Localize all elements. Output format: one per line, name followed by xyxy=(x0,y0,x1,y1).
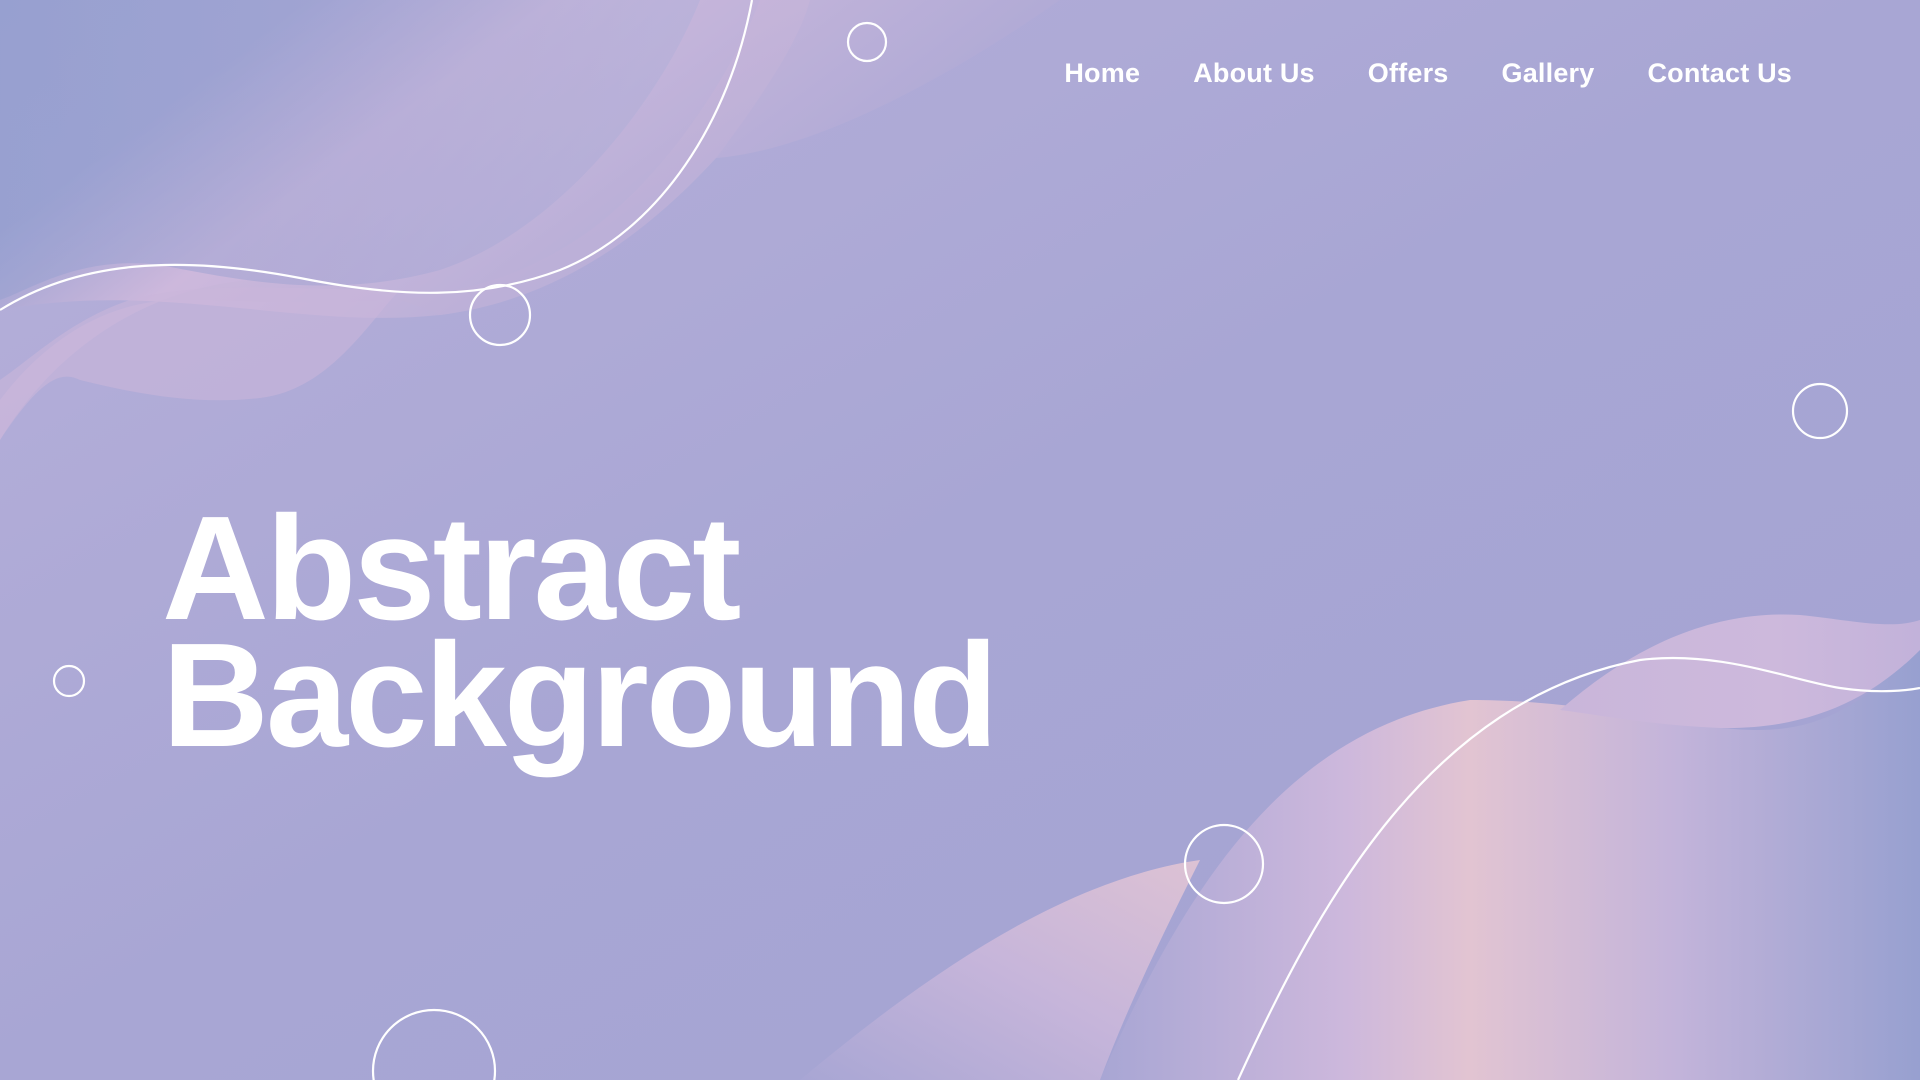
hero-title: Abstract Background xyxy=(162,495,998,778)
nav-contact-us-link[interactable]: Contact Us xyxy=(1647,58,1792,89)
nav-offers-link[interactable]: Offers xyxy=(1368,58,1449,89)
hero-title-line-2: Background xyxy=(162,613,998,778)
nav-gallery-link[interactable]: Gallery xyxy=(1502,58,1595,89)
nav-about-us-link[interactable]: About Us xyxy=(1193,58,1315,89)
main-nav: Home About Us Offers Gallery Contact Us xyxy=(1064,58,1792,89)
nav-home-link[interactable]: Home xyxy=(1064,58,1140,89)
